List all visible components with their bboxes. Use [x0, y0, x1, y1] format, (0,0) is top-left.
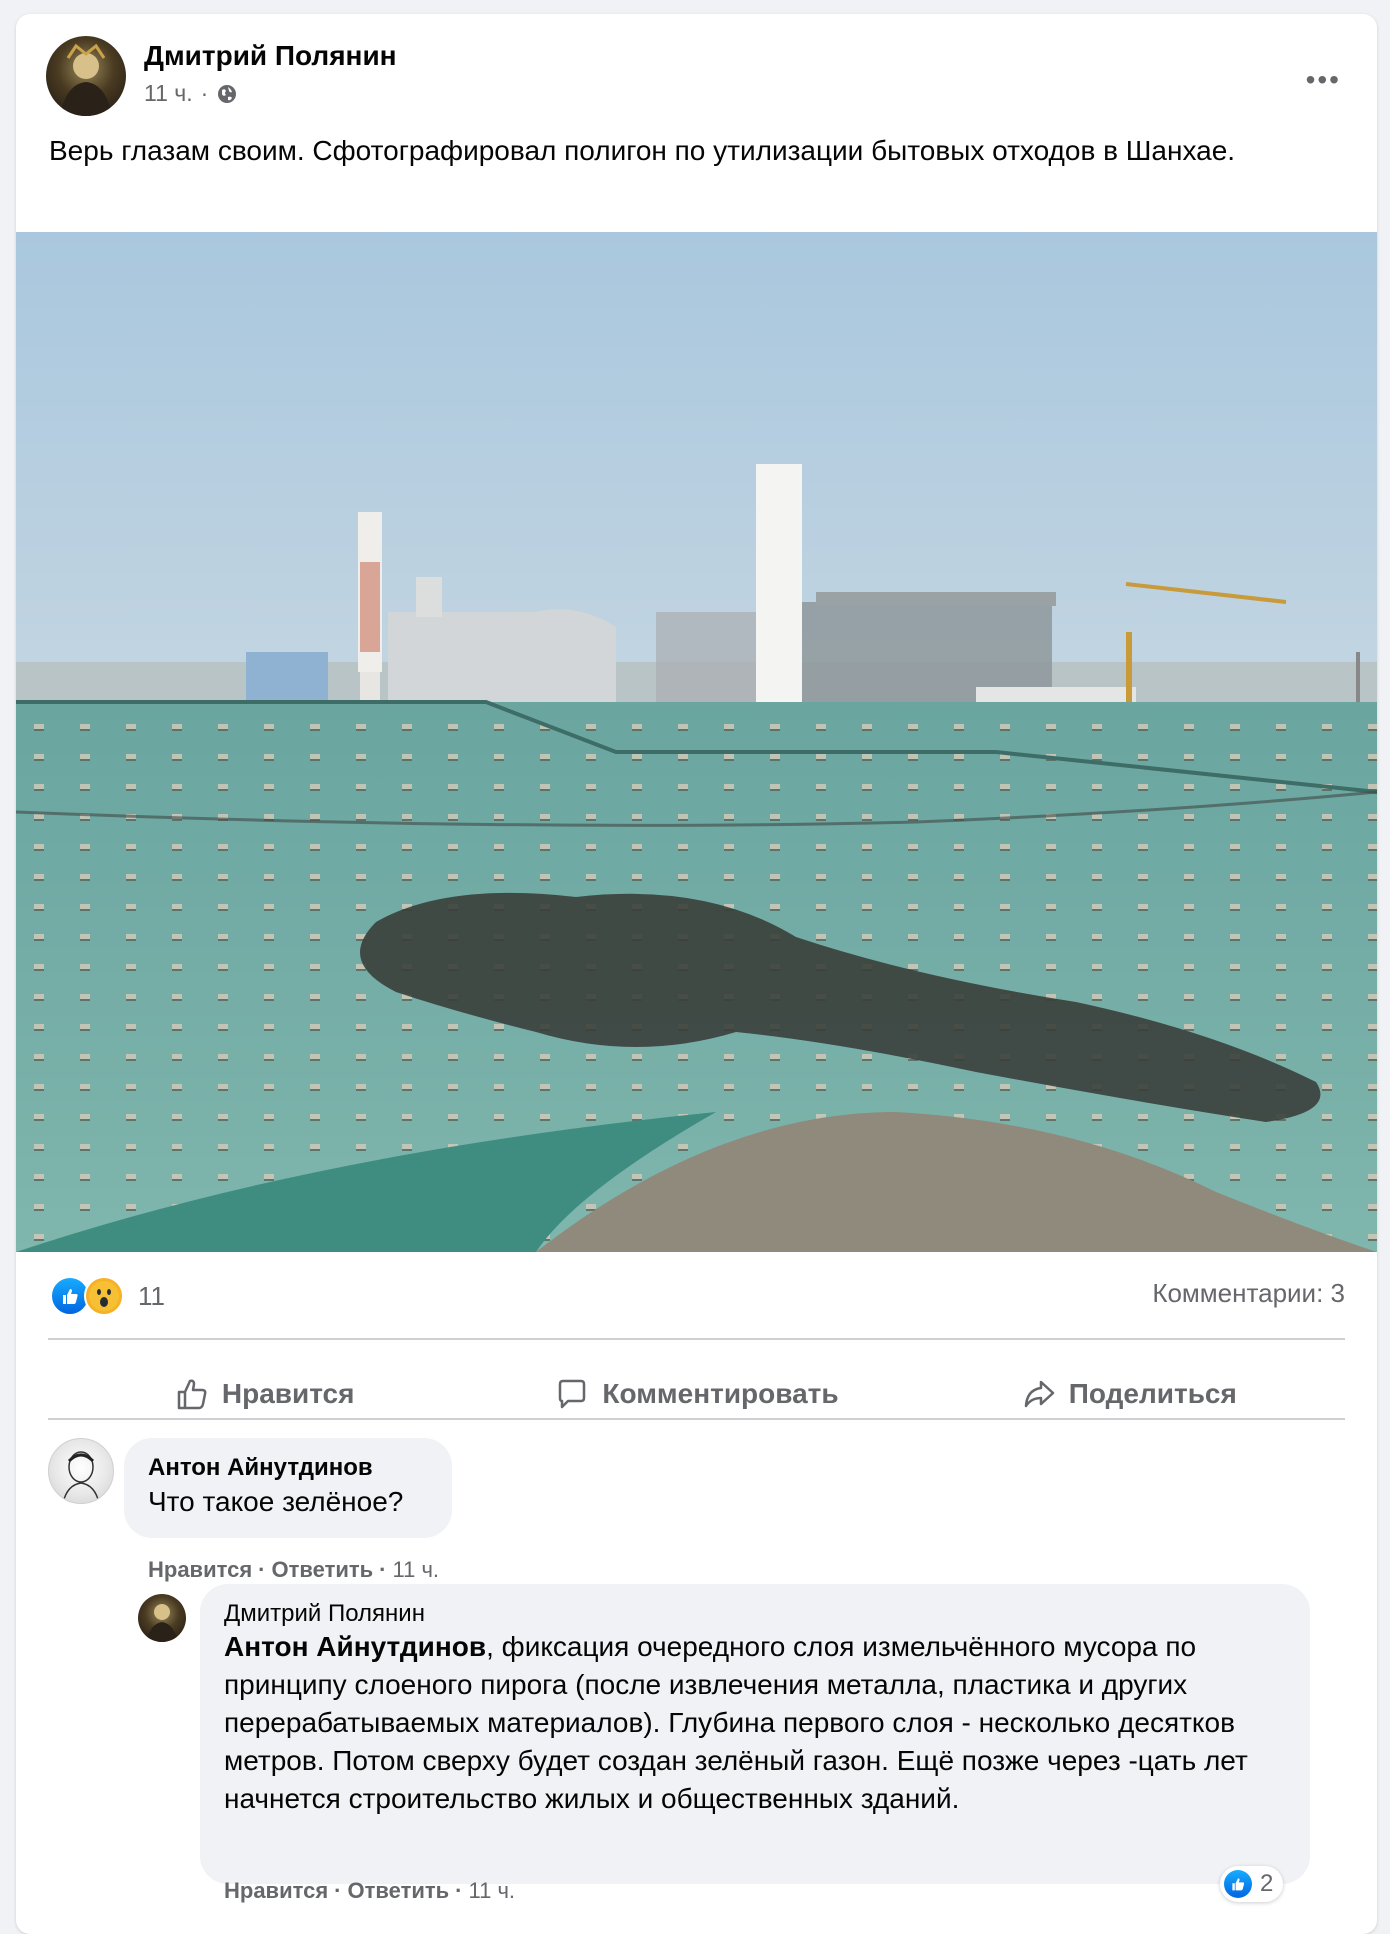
post-photo[interactable]: [16, 232, 1377, 1252]
comment-actions: Нравится · Ответить · 11 ч.: [148, 1557, 439, 1583]
comment-actions-separator: ·: [379, 1557, 387, 1582]
like-button[interactable]: Нравится: [48, 1354, 480, 1434]
author-avatar[interactable]: [46, 36, 126, 116]
comment-text: Что такое зелёное?: [148, 1486, 404, 1517]
reply-actions: Нравится · Ответить · 11 ч.: [224, 1878, 515, 1904]
reply-actions-separator: ·: [334, 1878, 342, 1903]
comment-icon: [559, 1379, 586, 1409]
comment-time[interactable]: 11 ч.: [393, 1557, 440, 1583]
comment-reply-link[interactable]: Ответить: [272, 1557, 374, 1583]
comment-button[interactable]: Комментировать: [480, 1354, 912, 1434]
comments-count[interactable]: Комментарии: 3: [1152, 1278, 1345, 1309]
divider: [48, 1418, 1345, 1420]
meta-separator: ·: [200, 80, 209, 106]
reply-mention[interactable]: Антон Айнутдинов: [224, 1631, 486, 1662]
like-button-label: Нравится: [221, 1378, 355, 1409]
post-time[interactable]: 11 ч.: [144, 80, 193, 107]
share-icon: [1024, 1380, 1055, 1408]
reply-reaction-count: 2: [1260, 1870, 1274, 1897]
reply-reply-link[interactable]: Ответить: [348, 1878, 450, 1904]
reply-time[interactable]: 11 ч.: [469, 1878, 516, 1904]
divider: [48, 1338, 1345, 1340]
share-button[interactable]: Поделиться: [913, 1354, 1345, 1434]
comment-button-label: Комментировать: [602, 1378, 839, 1409]
reply-author[interactable]: Дмитрий Полянин: [224, 1600, 425, 1628]
comment-author[interactable]: Антон Айнутдинов: [148, 1454, 373, 1482]
reply-like-link[interactable]: Нравится: [224, 1878, 328, 1904]
wow-reaction-icon: [84, 1276, 124, 1316]
reply-actions-separator: ·: [455, 1878, 463, 1903]
share-button-label: Поделиться: [1068, 1378, 1237, 1409]
reply-reaction-badge[interactable]: 2: [1220, 1866, 1284, 1902]
comment-like-link[interactable]: Нравится: [148, 1557, 252, 1583]
more-options-icon[interactable]: •••: [1306, 64, 1341, 96]
post-author-name[interactable]: Дмитрий Полянин: [144, 40, 397, 72]
post-card: Дмитрий Полянин 11 ч. · ••• Верь глазам …: [16, 14, 1377, 1934]
reply-text: Антон Айнутдинов, фиксация очередного сл…: [224, 1628, 1284, 1818]
post-text: Верь глазам своим. Сфотографировал полиг…: [49, 135, 1236, 166]
commenter-avatar[interactable]: [48, 1438, 114, 1504]
reactions-summary[interactable]: 11: [50, 1276, 165, 1316]
comment-actions-separator: ·: [258, 1557, 266, 1582]
reply-author-avatar[interactable]: [138, 1594, 186, 1642]
like-reaction-icon: [1224, 1870, 1252, 1898]
thumbs-up-icon: [177, 1379, 207, 1410]
globe-icon: [218, 84, 237, 103]
action-bar: Нравится Комментировать Поделиться: [48, 1354, 1345, 1434]
post-meta: 11 ч. ·: [144, 80, 238, 107]
reaction-count: 11: [138, 1280, 165, 1311]
